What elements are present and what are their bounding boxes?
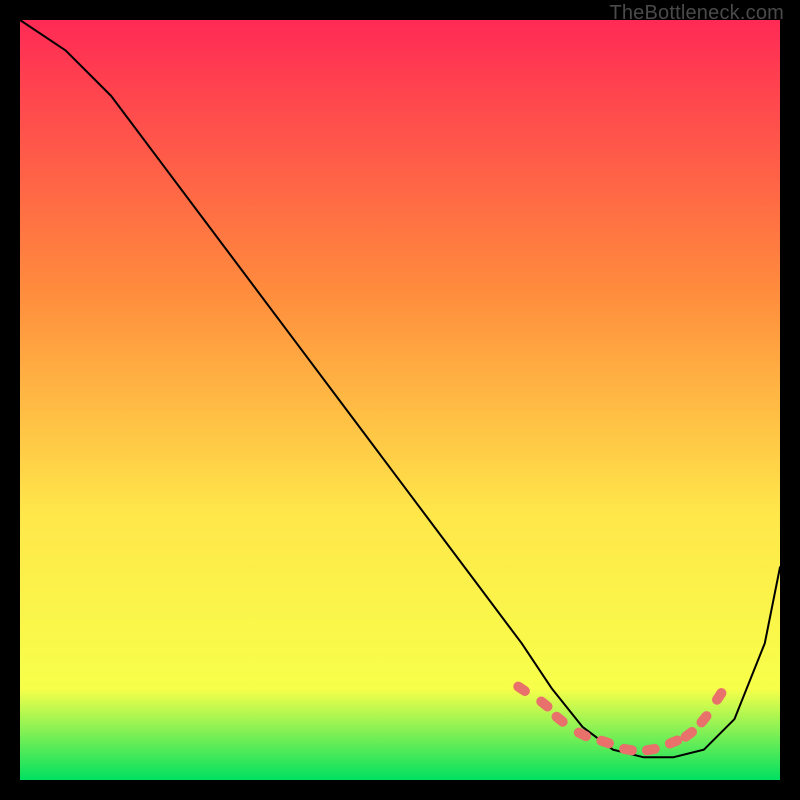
chart-plot-area bbox=[20, 20, 780, 780]
chart-frame: TheBottleneck.com bbox=[0, 0, 800, 800]
chart-svg bbox=[20, 20, 780, 780]
chart-background bbox=[20, 20, 780, 780]
watermark-text: TheBottleneck.com bbox=[609, 2, 784, 25]
